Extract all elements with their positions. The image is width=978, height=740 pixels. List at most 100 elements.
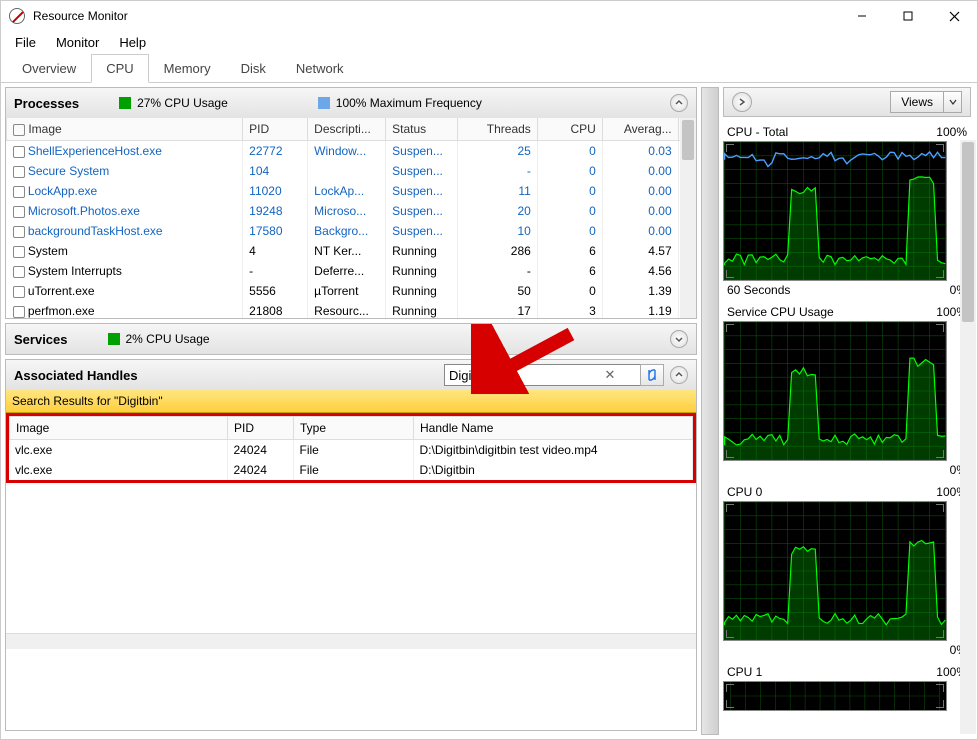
max-freq-text: 100% Maximum Frequency [336, 96, 482, 110]
process-row[interactable]: backgroundTaskHost.exe17580Backgro...Sus… [7, 221, 696, 241]
col-pid[interactable]: PID [243, 118, 308, 141]
handles-table-head: Image PID Type Handle Name [9, 416, 693, 440]
process-row[interactable]: ShellExperienceHost.exe22772Window...Sus… [7, 141, 696, 162]
handle-row[interactable]: vlc.exe24024FileD:\Digitbin [9, 460, 693, 480]
col-cpu[interactable]: CPU [537, 118, 602, 141]
right-scrollbar[interactable] [960, 140, 976, 734]
handles-table-body: vlc.exe24024FileD:\Digitbin\digitbin tes… [9, 440, 693, 480]
row-checkbox[interactable] [13, 206, 25, 218]
services-panel: Services 2% CPU Usage [5, 323, 697, 355]
graph-block: Service CPU Usage100%0% [723, 305, 971, 477]
handles-search-input[interactable] [444, 364, 654, 386]
services-cpu-stat: 2% CPU Usage [108, 332, 210, 346]
tab-cpu[interactable]: CPU [91, 54, 148, 83]
content-area: Processes 27% CPU Usage 100% Maximum Fre… [1, 83, 977, 739]
graph-title: Service CPU Usage [727, 305, 834, 319]
views-dropdown-button[interactable] [944, 91, 962, 113]
search-results-banner: Search Results for "Digitbin" [6, 390, 696, 413]
menu-file[interactable]: File [5, 33, 46, 52]
process-row[interactable]: System4NT Ker...Running28664.57 [7, 241, 696, 261]
h-col-image[interactable]: Image [10, 417, 228, 440]
row-checkbox[interactable] [13, 226, 25, 238]
handles-collapse-button[interactable] [670, 366, 688, 384]
process-row[interactable]: Microsoft.Photos.exe19248Microso...Suspe… [7, 201, 696, 221]
menubar: File Monitor Help [1, 31, 977, 53]
col-avg[interactable]: Averag... [602, 118, 678, 141]
menu-help[interactable]: Help [109, 33, 156, 52]
col-desc[interactable]: Descripti... [308, 118, 386, 141]
views-button[interactable]: Views [890, 91, 944, 113]
row-checkbox[interactable] [13, 186, 25, 198]
row-checkbox[interactable] [13, 146, 25, 158]
handles-title: Associated Handles [14, 368, 138, 383]
process-row[interactable]: LockApp.exe11020LockAp...Suspen...1100.0… [7, 181, 696, 201]
col-status[interactable]: Status [386, 118, 458, 141]
cpu-usage-text: 27% CPU Usage [137, 96, 228, 110]
close-button[interactable] [931, 1, 977, 31]
processes-header-row[interactable]: Image PID Descripti... Status Threads CP… [7, 118, 696, 141]
processes-scrollbar[interactable] [680, 118, 696, 318]
graph-max: 100% [936, 125, 967, 139]
col-image[interactable]: Image [7, 118, 243, 141]
left-pane: Processes 27% CPU Usage 100% Maximum Fre… [1, 83, 701, 739]
handles-panel: Associated Handles ✕ Search Results for … [5, 359, 697, 731]
col-threads[interactable]: Threads [457, 118, 537, 141]
services-header[interactable]: Services 2% CPU Usage [6, 324, 696, 354]
max-freq-stat: 100% Maximum Frequency [318, 96, 482, 110]
services-cpu-text: 2% CPU Usage [126, 332, 210, 346]
tab-disk[interactable]: Disk [226, 54, 281, 83]
processes-table-wrap: Image PID Descripti... Status Threads CP… [6, 118, 696, 318]
handles-header-row[interactable]: Image PID Type Handle Name [10, 417, 693, 440]
right-collapse-button[interactable] [732, 92, 752, 112]
pane-splitter[interactable] [701, 87, 719, 735]
titlebar: Resource Monitor [1, 1, 977, 31]
processes-collapse-button[interactable] [670, 94, 688, 112]
handles-empty-space [6, 483, 696, 633]
tab-overview[interactable]: Overview [7, 54, 91, 83]
graph-title: CPU - Total [727, 125, 788, 139]
tab-network[interactable]: Network [281, 54, 359, 83]
handles-h-scrollbar[interactable] [6, 633, 696, 649]
processes-panel: Processes 27% CPU Usage 100% Maximum Fre… [5, 87, 697, 319]
services-cpu-icon [108, 333, 120, 345]
process-row[interactable]: Secure System104Suspen...-00.00 [7, 161, 696, 181]
processes-scrollbar-thumb[interactable] [682, 120, 694, 160]
app-icon [9, 8, 25, 24]
graph-canvas [723, 501, 947, 641]
process-row[interactable]: perfmon.exe21808Resourc...Running1731.19 [7, 301, 696, 318]
maximize-button[interactable] [885, 1, 931, 31]
processes-header[interactable]: Processes 27% CPU Usage 100% Maximum Fre… [6, 88, 696, 118]
row-checkbox[interactable] [13, 166, 25, 178]
h-col-handle[interactable]: Handle Name [414, 417, 693, 440]
handles-search-wrap: ✕ [444, 364, 664, 386]
right-scrollbar-thumb[interactable] [962, 142, 974, 322]
row-checkbox[interactable] [13, 306, 25, 318]
processes-title: Processes [14, 96, 79, 111]
handles-table-body-wrap: vlc.exe24024FileD:\Digitbin\digitbin tes… [6, 440, 696, 483]
search-clear-button[interactable]: ✕ [602, 367, 618, 383]
cpu-usage-stat: 27% CPU Usage [119, 96, 228, 110]
select-all-checkbox[interactable] [13, 124, 25, 136]
process-row[interactable]: uTorrent.exe5556µTorrentRunning5001.39 [7, 281, 696, 301]
resource-monitor-window: Resource Monitor File Monitor Help Overv… [0, 0, 978, 740]
handle-row[interactable]: vlc.exe24024FileD:\Digitbin\digitbin tes… [9, 440, 693, 460]
handles-table-head-wrap: Image PID Type Handle Name [6, 413, 696, 440]
row-checkbox[interactable] [13, 266, 25, 278]
handles-header[interactable]: Associated Handles ✕ [6, 360, 696, 390]
graph-canvas [723, 141, 947, 281]
process-row[interactable]: System Interrupts-Deferre...Running-64.5… [7, 261, 696, 281]
cpu-usage-icon [119, 97, 131, 109]
menu-monitor[interactable]: Monitor [46, 33, 109, 52]
graphs-container: CPU - Total100%60 Seconds0%Service CPU U… [723, 125, 971, 711]
minimize-button[interactable] [839, 1, 885, 31]
graph-block: CPU 0100%0% [723, 485, 971, 657]
tab-memory[interactable]: Memory [149, 54, 226, 83]
h-col-pid[interactable]: PID [228, 417, 294, 440]
h-col-type[interactable]: Type [294, 417, 414, 440]
row-checkbox[interactable] [13, 286, 25, 298]
graph-title: CPU 1 [727, 665, 762, 679]
services-expand-button[interactable] [670, 330, 688, 348]
graph-footer-left: 60 Seconds [727, 283, 790, 297]
row-checkbox[interactable] [13, 246, 25, 258]
search-go-button[interactable] [640, 364, 664, 386]
